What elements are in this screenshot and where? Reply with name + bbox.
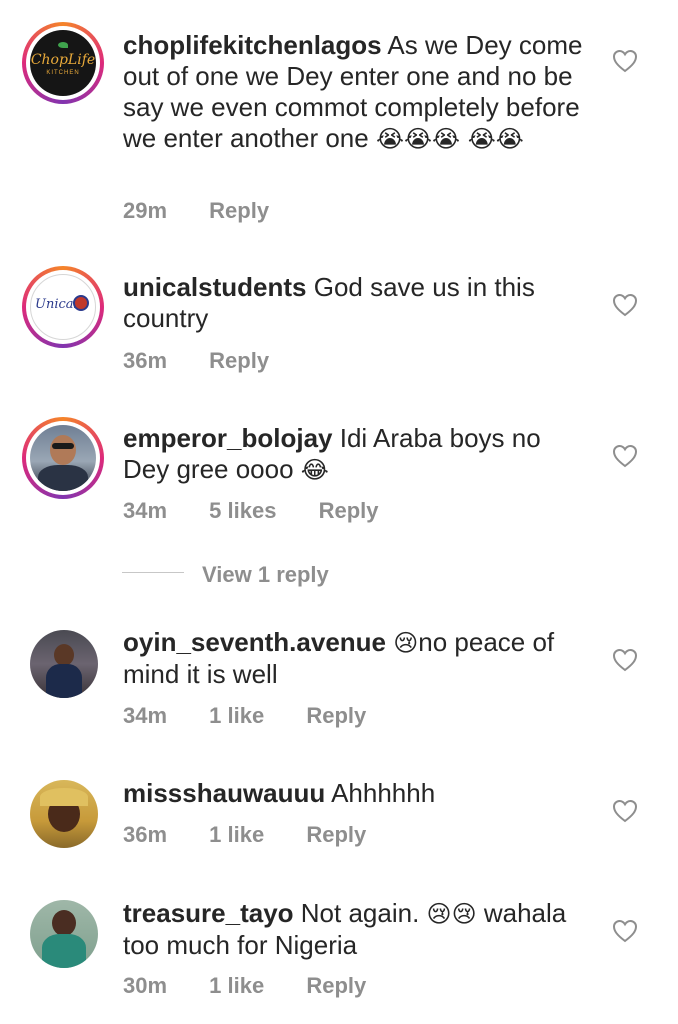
badge-icon xyxy=(73,295,89,311)
comment-meta: 34m 5 likes Reply xyxy=(123,498,415,524)
likes-count[interactable]: 5 likes xyxy=(209,498,276,524)
likes-count[interactable]: 1 like xyxy=(209,973,264,999)
reply-button[interactable]: Reply xyxy=(306,703,366,729)
comment-meta: 36m 1 like Reply xyxy=(123,822,402,848)
comment-body: Ahhhhhh xyxy=(331,778,436,808)
comment-text: missshauwauuu Ahhhhhh xyxy=(123,778,583,809)
leaf-icon xyxy=(58,42,68,48)
avatar-ring[interactable]: ChopLife KITCHEN xyxy=(22,22,104,104)
username[interactable]: oyin_seventh.avenue xyxy=(123,627,386,657)
avatar xyxy=(30,630,98,698)
avatar-logo-text: Unical xyxy=(35,297,78,312)
comment-list: ChopLife KITCHEN choplifekitchenlagos As… xyxy=(0,0,678,1024)
comment-text: emperor_bolojay Idi Araba boys no Dey gr… xyxy=(123,423,583,486)
timestamp: 30m xyxy=(123,973,168,998)
heart-icon[interactable] xyxy=(612,49,638,73)
avatar-ring[interactable] xyxy=(22,892,104,974)
avatar-ring[interactable] xyxy=(22,622,104,704)
emoji: 😂 xyxy=(300,456,329,484)
comment-text: unicalstudents God save us in this count… xyxy=(123,272,583,334)
avatar-logo-text: ChopLife xyxy=(30,52,96,68)
likes-count[interactable]: 1 like xyxy=(209,703,264,729)
timestamp: 34m xyxy=(123,498,168,523)
emoji: 😢😢 xyxy=(426,900,477,928)
username[interactable]: missshauwauuu xyxy=(123,778,325,808)
timestamp: 36m xyxy=(123,348,168,373)
comment-text: treasure_tayo Not again. 😢😢 wahala too m… xyxy=(123,898,583,961)
avatar xyxy=(30,780,98,848)
likes-count[interactable]: 1 like xyxy=(209,822,264,848)
view-replies-label: View 1 reply xyxy=(202,562,329,587)
avatar xyxy=(30,900,98,968)
comment-text: oyin_seventh.avenue 😢no peace of mind it… xyxy=(123,627,583,690)
heart-icon[interactable] xyxy=(612,444,638,468)
avatar-ring[interactable] xyxy=(22,417,104,499)
avatar: ChopLife KITCHEN xyxy=(30,30,96,96)
username[interactable]: treasure_tayo xyxy=(123,898,294,928)
emoji: 😢 xyxy=(393,629,419,657)
username[interactable]: emperor_bolojay xyxy=(123,423,333,453)
username[interactable]: unicalstudents xyxy=(123,272,306,302)
timestamp: 34m xyxy=(123,703,168,728)
avatar xyxy=(30,425,96,491)
comment-meta: 36m Reply xyxy=(123,348,305,374)
avatar: Unical xyxy=(30,274,96,340)
comment-meta: 29m Reply xyxy=(123,198,305,224)
timestamp: 36m xyxy=(123,822,168,847)
username[interactable]: choplifekitchenlagos xyxy=(123,30,382,60)
divider-line xyxy=(122,572,184,573)
comment-text: choplifekitchenlagos As we Dey come out … xyxy=(123,30,583,155)
emoji: 😭😭😭 😭😭 xyxy=(375,125,524,153)
avatar-ring[interactable]: Unical xyxy=(22,266,104,348)
timestamp: 29m xyxy=(123,198,168,223)
heart-icon[interactable] xyxy=(612,293,638,317)
comment-meta: 30m 1 like Reply xyxy=(123,973,402,999)
comment-meta: 34m 1 like Reply xyxy=(123,703,402,729)
heart-icon[interactable] xyxy=(612,799,638,823)
reply-button[interactable]: Reply xyxy=(306,973,366,999)
comment-body: Not again. xyxy=(300,898,420,928)
reply-button[interactable]: Reply xyxy=(209,198,269,224)
heart-icon[interactable] xyxy=(612,919,638,943)
reply-button[interactable]: Reply xyxy=(209,348,269,374)
reply-button[interactable]: Reply xyxy=(319,498,379,524)
avatar-logo-sub: KITCHEN xyxy=(46,70,80,76)
avatar-ring[interactable] xyxy=(22,772,104,854)
heart-icon[interactable] xyxy=(612,648,638,672)
reply-button[interactable]: Reply xyxy=(306,822,366,848)
